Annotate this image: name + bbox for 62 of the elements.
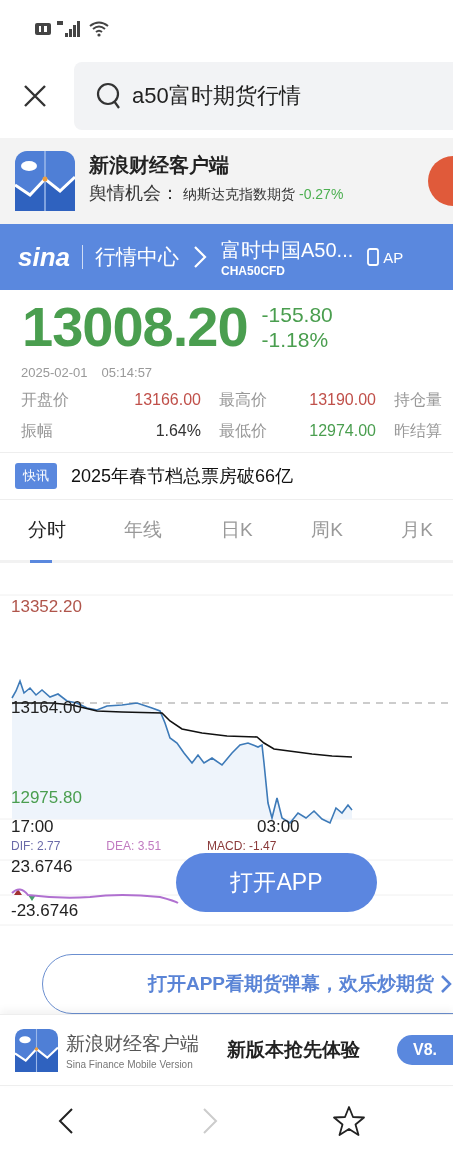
app-name: 新浪财经客户端	[66, 1031, 199, 1056]
promo-item: 纳斯达克指数期货	[183, 186, 295, 204]
time-label: 03:00	[257, 817, 300, 837]
chevron-right-icon	[193, 245, 208, 269]
phone-icon	[367, 248, 380, 266]
stat-label: 最低价	[219, 421, 268, 441]
chart-tab[interactable]: 月K	[399, 500, 435, 563]
macd-legend: DIF: 2.77	[11, 839, 61, 853]
stat-label: 最高价	[219, 390, 268, 410]
instrument-title: 富时中国A50...	[221, 237, 354, 263]
app-icon	[15, 151, 75, 211]
news-headline[interactable]: 2025年春节档总票房破66亿	[71, 464, 294, 488]
back-button[interactable]	[58, 1107, 74, 1135]
star-button[interactable]	[332, 1105, 366, 1137]
stat-label: 持仓量	[394, 390, 443, 410]
signal-icon	[57, 21, 83, 37]
chart-tab[interactable]: 年线	[122, 500, 165, 563]
price-change: -155.80	[261, 301, 333, 327]
stat-value: 12974.00	[308, 422, 376, 440]
banner-text: 打开APP看期货弹幕，欢乐炒期货	[147, 972, 434, 996]
chart-tab[interactable]: 分时	[26, 500, 68, 563]
instrument-code: CHA50CFD	[221, 263, 287, 278]
app-subtitle: Sina Finance Mobile Version	[66, 1058, 194, 1070]
version-badge[interactable]: V8.	[397, 1035, 453, 1065]
site-logo[interactable]: sina	[18, 241, 71, 273]
stat-value: 1.64%	[154, 422, 201, 440]
quote-date: 2025-02-01	[21, 365, 88, 380]
app-icon	[15, 1028, 58, 1072]
news-tag: 快讯	[15, 463, 57, 489]
chart-tab[interactable]: 周K	[309, 500, 345, 563]
time-label: 17:00	[11, 817, 54, 837]
promo-label: 舆情机会：	[89, 182, 179, 205]
percent-change: -1.18%	[261, 326, 330, 352]
open-app-banner[interactable]: 打开APP看期货弹幕，欢乐炒期货	[42, 954, 453, 1014]
stat-label: 振幅	[21, 421, 54, 441]
quote-time: 05:14:57	[101, 365, 153, 380]
promo-change: -0.27%	[299, 186, 344, 202]
app-slogan: 新版本抢先体验	[227, 1038, 360, 1062]
wifi-icon	[89, 21, 109, 37]
macd-legend: DEA: 3.51	[106, 839, 162, 853]
last-price: 13008.20	[22, 294, 248, 359]
search-field[interactable]: a50富时期货行情	[74, 62, 453, 130]
search-icon	[96, 82, 122, 110]
stat-label: 开盘价	[21, 390, 70, 410]
chart-tab[interactable]: 日K	[218, 500, 255, 563]
app-link[interactable]: AP	[383, 248, 404, 266]
stat-value: 13166.00	[133, 391, 201, 409]
axis-label: -23.6746	[11, 901, 79, 921]
breadcrumb-link[interactable]: 行情中心	[95, 243, 180, 271]
open-app-button[interactable]: 打开APP	[176, 853, 377, 912]
chevron-right-icon	[440, 974, 452, 994]
search-text: a50富时期货行情	[132, 82, 301, 110]
axis-label: 13352.20	[11, 597, 82, 617]
close-icon[interactable]	[22, 83, 48, 109]
axis-label: 13164.00	[11, 698, 82, 718]
app-title: 新浪财经客户端	[89, 153, 230, 178]
stat-value: 13190.00	[308, 391, 376, 409]
axis-label: 12975.80	[11, 788, 82, 808]
hd-icon	[35, 23, 51, 35]
axis-label: 23.6746	[11, 857, 73, 877]
stat-label: 昨结算	[394, 421, 443, 441]
macd-legend: MACD: -1.47	[207, 839, 277, 853]
